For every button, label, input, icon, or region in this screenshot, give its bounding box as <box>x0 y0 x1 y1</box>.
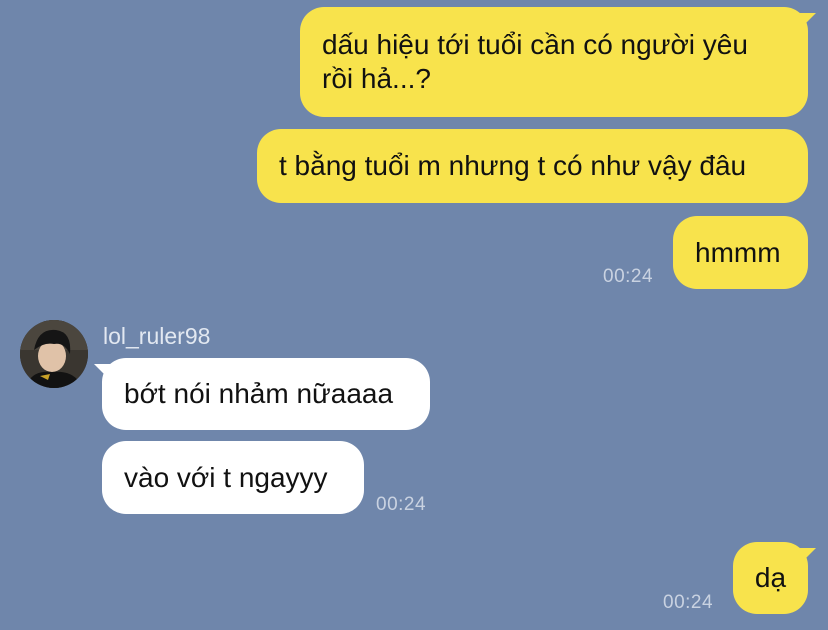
message-text: dạ <box>754 562 787 593</box>
message-text: vào với t ngayyy <box>124 461 328 493</box>
outgoing-message[interactable]: hmmm <box>673 216 808 289</box>
message-text: dấu hiệu tới tuổi cần có người yêu rồi h… <box>322 29 748 94</box>
incoming-message[interactable]: vào với t ngayyy <box>102 441 364 514</box>
incoming-message[interactable]: bớt nói nhảm nữaaaa <box>102 358 430 430</box>
contact-avatar[interactable] <box>20 320 88 388</box>
outgoing-message[interactable]: dấu hiệu tới tuổi cần có người yêu rồi h… <box>300 7 808 117</box>
message-timestamp: 00:24 <box>663 592 714 613</box>
message-text: t bằng tuổi m nhưng t có như vậy đâu <box>279 150 747 181</box>
outgoing-message[interactable]: dạ <box>733 542 808 614</box>
avatar-icon <box>20 320 88 388</box>
chat-area: dấu hiệu tới tuổi cần có người yêu rồi h… <box>0 0 828 630</box>
sender-name: lol_ruler98 <box>103 323 211 349</box>
outgoing-message[interactable]: t bằng tuổi m nhưng t có như vậy đâu <box>257 129 808 203</box>
message-text: hmmm <box>695 236 781 268</box>
message-text: bớt nói nhảm nữaaaa <box>124 378 394 409</box>
message-timestamp: 00:24 <box>603 266 654 287</box>
message-timestamp: 00:24 <box>376 494 427 515</box>
